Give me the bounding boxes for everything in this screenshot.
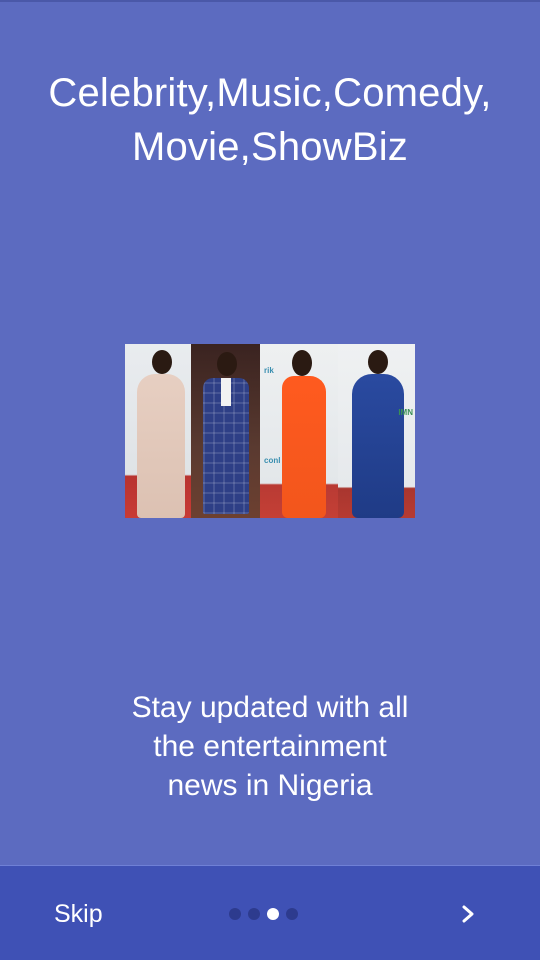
figure-head [217,352,237,376]
headline-line-2: Movie,ShowBiz [131,125,409,169]
headline-line-1: Celebrity,Music,Comedy, [48,71,492,115]
figure-shirt [221,378,231,406]
next-button[interactable] [448,894,488,934]
figure-head [152,350,172,374]
collage-panel-2 [191,344,260,518]
chevron-right-icon [462,905,474,923]
figure-head [292,350,312,376]
figure-head [368,350,388,374]
description-line-2: the entertainment [153,730,387,763]
page-dot-4[interactable] [286,908,298,920]
page-indicator [229,907,298,921]
page-dot-3-active[interactable] [267,908,279,920]
onboarding-screen: Celebrity,Music,Comedy, Movie,ShowBiz ri… [0,0,540,960]
figure-gown [352,374,404,518]
collage-panel-1 [125,344,191,518]
description-line-3: news in Nigeria [167,769,373,802]
sponsor-logo: conl [264,456,281,465]
collage-panel-4: IMN [338,344,415,518]
skip-button[interactable]: Skip [36,894,121,934]
status-strip [0,0,540,2]
sponsor-logo: rik [264,366,274,375]
page-dot-2[interactable] [248,908,260,920]
description-line-1: Stay updated with all [131,691,409,724]
sponsor-logo: IMN [398,408,413,417]
onboarding-headline: Celebrity,Music,Comedy, Movie,ShowBiz [20,66,520,174]
onboarding-description: Stay updated with all the entertainment … [60,688,480,805]
figure-gown [137,374,185,518]
figure-dress [282,376,326,518]
onboarding-bottom-bar: Skip [0,865,540,960]
page-dot-1[interactable] [229,908,241,920]
collage-panel-3: rik conl [260,344,338,518]
celebrity-collage-image: rik conl IMN [125,344,415,518]
